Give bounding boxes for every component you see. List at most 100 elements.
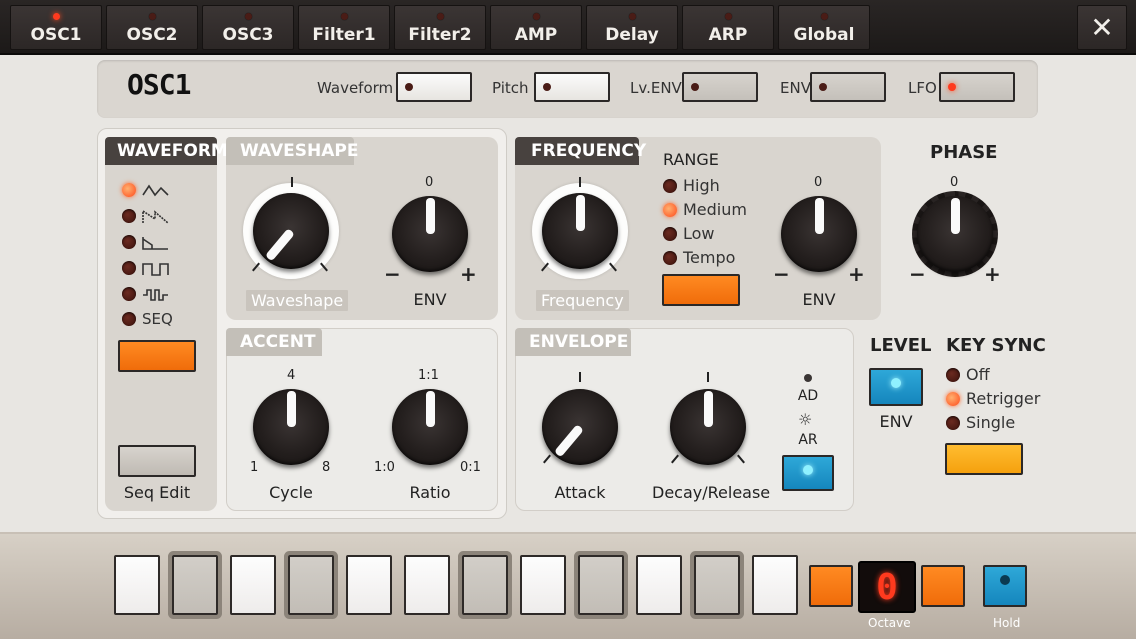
led-indicator: [946, 368, 960, 382]
decay-release-knob[interactable]: [665, 384, 751, 470]
keyboard-key[interactable]: [752, 555, 798, 615]
waveform-title: WAVEFORM: [105, 137, 228, 165]
phase-title: PHASE: [930, 142, 998, 163]
ratio-knob[interactable]: [387, 384, 473, 470]
level-env-button[interactable]: [869, 368, 923, 406]
keyboard-key[interactable]: [288, 555, 334, 615]
led-indicator: [1000, 575, 1010, 585]
range-high[interactable]: High: [663, 176, 720, 195]
seq-edit-button[interactable]: [118, 445, 196, 477]
tab-led: [532, 13, 540, 20]
waveshape-knob[interactable]: [248, 188, 334, 274]
lv-env-mod-button[interactable]: [682, 72, 758, 102]
key-sync-label: Retrigger: [966, 389, 1041, 408]
tick-mark: [291, 177, 293, 187]
waveform-select-button[interactable]: [118, 340, 196, 372]
tab-filter1[interactable]: Filter1: [298, 5, 390, 50]
octave-down-button[interactable]: [809, 565, 853, 607]
key-sync-single[interactable]: Single: [946, 413, 1015, 432]
tab-led: [820, 13, 828, 20]
tab-arp[interactable]: ARP: [682, 5, 774, 50]
frequency-env-knob[interactable]: [776, 191, 862, 277]
phase-knob[interactable]: [912, 191, 998, 277]
led-indicator: [946, 392, 960, 406]
close-icon[interactable]: ✕: [1077, 5, 1127, 50]
tab-amp[interactable]: AMP: [490, 5, 582, 50]
knob-pointer: [264, 228, 295, 262]
tab-osc2[interactable]: OSC2: [106, 5, 198, 50]
keyboard-key[interactable]: [520, 555, 566, 615]
minus-label: −: [384, 262, 401, 286]
keyboard-key[interactable]: [172, 555, 218, 615]
tab-osc1[interactable]: OSC1: [10, 5, 102, 50]
keyboard-key[interactable]: [230, 555, 276, 615]
keyboard-key[interactable]: [578, 555, 624, 615]
range-select-button[interactable]: [662, 274, 740, 306]
key-sync-title: KEY SYNC: [946, 335, 1046, 356]
frequency-knob[interactable]: [537, 188, 623, 274]
knob-pointer: [425, 197, 435, 234]
pitch-mod-label: Pitch: [492, 79, 529, 97]
tab-filter2[interactable]: Filter2: [394, 5, 486, 50]
tab-label: AMP: [514, 25, 558, 45]
lfo-mod-label: LFO: [908, 79, 937, 97]
cycle-knob[interactable]: [248, 384, 334, 470]
square-wave-icon: [142, 263, 169, 276]
lfo-mod-button[interactable]: [939, 72, 1015, 102]
waveform-option-ramp[interactable]: [122, 232, 170, 251]
led-indicator: [663, 203, 677, 217]
key-sync-select-button[interactable]: [945, 443, 1023, 475]
plus-label: +: [848, 262, 865, 286]
led-indicator: [803, 465, 813, 475]
tab-label: Filter1: [312, 25, 376, 45]
range-label: Low: [683, 224, 715, 243]
keyboard-key[interactable]: [114, 555, 160, 615]
frequency-knob-label: Frequency: [536, 290, 629, 311]
keyboard-key[interactable]: [694, 555, 740, 615]
waveform-option-seq[interactable]: SEQ: [122, 310, 173, 328]
attack-knob[interactable]: [537, 384, 623, 470]
range-label: Medium: [683, 200, 747, 219]
accent-title: ACCENT: [226, 328, 322, 356]
knob-pointer: [814, 197, 824, 234]
ar-label: AR: [798, 432, 818, 448]
keyboard-key[interactable]: [346, 555, 392, 615]
range-medium[interactable]: Medium: [663, 200, 747, 219]
range-label: Tempo: [683, 248, 736, 267]
waveform-option-saw[interactable]: [122, 206, 170, 225]
pitch-mod-button[interactable]: [534, 72, 610, 102]
led-indicator: [891, 378, 901, 388]
ramp-wave-icon: [142, 237, 168, 250]
key-sync-off[interactable]: Off: [946, 365, 990, 384]
keyboard-key[interactable]: [462, 555, 508, 615]
keyboard-strip: [0, 532, 1136, 639]
waveform-option-pulse[interactable]: [122, 284, 170, 303]
led-indicator: [819, 83, 827, 91]
tab-delay[interactable]: Delay: [586, 5, 678, 50]
led-indicator: [122, 312, 136, 326]
hold-button[interactable]: [983, 565, 1027, 607]
keyboard-key[interactable]: [404, 555, 450, 615]
env-mod-button[interactable]: [810, 72, 886, 102]
attack-label: Attack: [554, 483, 606, 502]
minus-label: −: [773, 262, 790, 286]
octave-up-button[interactable]: [921, 565, 965, 607]
range-low[interactable]: Low: [663, 224, 715, 243]
tab-osc3[interactable]: OSC3: [202, 5, 294, 50]
tab-global[interactable]: Global: [778, 5, 870, 50]
knob-pointer: [950, 197, 960, 234]
led-indicator: [122, 209, 136, 223]
knob-pointer: [286, 390, 296, 427]
led-indicator: [405, 83, 413, 91]
env-mod-label: ENV: [780, 79, 811, 97]
waveform-mod-button[interactable]: [396, 72, 472, 102]
keyboard-key[interactable]: [636, 555, 682, 615]
waveform-option-square[interactable]: [122, 258, 170, 277]
waveshape-env-knob[interactable]: [387, 191, 473, 277]
decay-release-label: Decay/Release: [652, 483, 771, 502]
seq-label: SEQ: [142, 310, 173, 328]
ad-ar-toggle-button[interactable]: [782, 455, 834, 491]
range-tempo[interactable]: Tempo: [663, 248, 735, 267]
key-sync-retrigger[interactable]: Retrigger: [946, 389, 1040, 408]
waveform-option-triangle[interactable]: [122, 180, 170, 199]
